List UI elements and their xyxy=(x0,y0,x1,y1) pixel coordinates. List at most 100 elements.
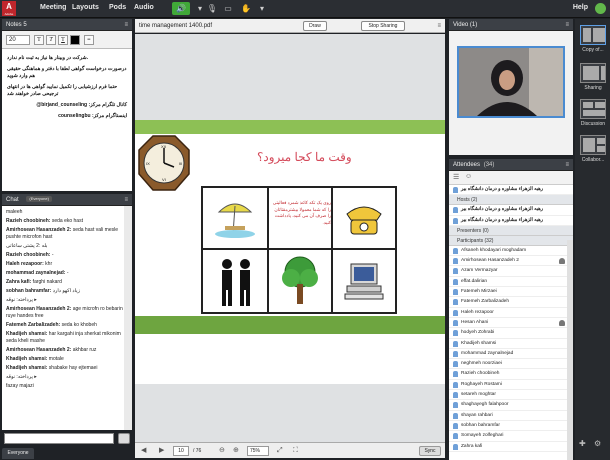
microphone-icon xyxy=(559,258,565,265)
list-view-icon[interactable]: ☰ xyxy=(453,173,459,181)
sync-button[interactable]: Sync xyxy=(419,446,441,456)
text-color-button[interactable] xyxy=(70,35,80,45)
menu-layouts[interactable]: Layouts xyxy=(72,4,99,11)
video-pod xyxy=(449,31,573,155)
attendees-scrollbar[interactable] xyxy=(567,240,573,460)
pod-menu-icon[interactable]: ≡ xyxy=(437,19,441,33)
host-row[interactable]: رهبه الزهراء مشاوره و درمان دانشگاه بیر xyxy=(449,205,573,216)
list-button[interactable]: ≡ xyxy=(84,35,94,45)
underline-button[interactable]: T xyxy=(58,35,68,45)
hosts-section[interactable]: Hosts (2) xyxy=(449,195,573,206)
participant-row[interactable]: Khadijeh shamsi xyxy=(449,339,573,349)
participant-row[interactable]: Razieh choobineh xyxy=(449,369,573,380)
pod-menu-icon[interactable]: ≡ xyxy=(124,194,128,206)
layout-copy-of[interactable]: Copy of... xyxy=(578,25,608,53)
host-row[interactable]: رهبه الزهراء مشاوره و درمان دانشگاه بیر xyxy=(449,216,573,226)
full-screen-icon[interactable]: ⛶ xyxy=(293,446,298,456)
status-dropdown-icon[interactable]: ▾ xyxy=(256,3,268,14)
attendees-pod-header: Attendees (34) ≡ xyxy=(449,159,573,171)
layout-settings-icon[interactable]: ⚙ xyxy=(594,439,601,448)
participant-row[interactable]: Somayeh zolfeghari xyxy=(449,431,573,442)
participant-row[interactable]: sobhan bahramfar xyxy=(449,421,573,432)
send-icon[interactable] xyxy=(118,433,130,444)
status-view-icon[interactable]: ☺ xyxy=(465,173,472,180)
chat-message: mohammad zaynalnejad: - xyxy=(6,270,128,277)
layout-sharing[interactable]: Sharing xyxy=(578,63,608,91)
participant-row[interactable]: shayan rahbari xyxy=(449,411,573,421)
stop-sharing-button[interactable]: Stop Sharing xyxy=(361,21,405,31)
attendees-toolbar: ☰ ☺ xyxy=(449,171,573,185)
layout-thumbnail-icon xyxy=(580,135,606,155)
participant-row[interactable]: setareh moghtar xyxy=(449,390,573,401)
font-size-select[interactable]: 20 xyxy=(6,35,30,45)
fit-width-icon[interactable]: ⤢ xyxy=(277,446,283,456)
pod-menu-icon[interactable]: ≡ xyxy=(565,159,569,171)
layout-discussion[interactable]: Discussion xyxy=(578,99,608,127)
participant-row[interactable]: Roghayeh Rostami xyxy=(449,380,573,391)
participant-row[interactable]: Afsaneh khodayari moghadam xyxy=(449,246,573,257)
next-page-icon[interactable]: ▶ xyxy=(159,446,164,456)
participant-row[interactable]: Amirhosean Hasanzadeh 2 xyxy=(449,256,573,267)
attendees-count: (34) xyxy=(483,162,495,168)
layout-thumbnail-icon xyxy=(580,25,606,45)
raise-hand-icon[interactable]: ✋ xyxy=(240,3,252,14)
bold-button[interactable]: T xyxy=(34,35,44,45)
menu-audio[interactable]: Audio xyxy=(134,4,154,11)
prev-page-icon[interactable]: ◀ xyxy=(141,446,146,456)
add-layout-icon[interactable]: ✚ xyxy=(579,439,586,448)
participant-row[interactable]: neghmeh noorziaei xyxy=(449,359,573,370)
zoom-select[interactable]: 75% xyxy=(247,446,269,456)
webcam-feed[interactable] xyxy=(457,46,565,118)
webcam-icon[interactable]: ▭ xyxy=(222,3,234,14)
layout-collaboration[interactable]: Collabor... xyxy=(578,135,608,163)
participant-row[interactable]: Hesan Ahani xyxy=(449,318,573,329)
chat-text: maleeh xyxy=(6,209,23,215)
participant-name: neghmeh noorziaei xyxy=(461,361,502,367)
participant-name: Fatemeh Mirzaei xyxy=(461,289,497,295)
menu-meeting[interactable]: Meeting xyxy=(40,4,66,11)
italic-button[interactable]: T xyxy=(46,35,56,45)
chat-title: Chat xyxy=(6,197,19,203)
slide-image-grid: روی یک تکه کاغذ شمرد فعالیتی را که شما م… xyxy=(201,186,397,314)
chat-text: پرداخته: نوقه ▸ xyxy=(6,374,37,380)
participant-row[interactable]: mohammad zaynalnejad xyxy=(449,349,573,360)
share-content: XII III VI IX وقت ما کجا میرود؟ روی یک ت… xyxy=(135,34,445,442)
participant-row[interactable]: hodyeh Zohrabi xyxy=(449,328,573,339)
participant-row[interactable]: Fatemeh Mirzaei xyxy=(449,287,573,298)
notes-content[interactable]: .شرکت در وبینار ها نیاز به ثبت نام ندارد… xyxy=(2,49,132,191)
person-icon xyxy=(453,309,458,316)
layout-thumbnail-icon xyxy=(580,63,606,83)
person-icon xyxy=(453,361,458,368)
pod-menu-icon[interactable]: ≡ xyxy=(565,19,569,31)
participant-row[interactable]: effat.dalirian xyxy=(449,277,573,288)
dropdown-arrow-icon[interactable]: ▾ xyxy=(194,3,206,14)
draw-button[interactable]: Draw xyxy=(303,21,327,31)
current-user-row[interactable]: رهبه الزهراء مشاوره و درمان دانشگاه بیر xyxy=(449,185,573,196)
participant-name: Haleh rezapoor xyxy=(461,309,494,315)
participant-row[interactable]: shaghayegh falahpoor xyxy=(449,400,573,411)
chat-sender: Zahra kafi: xyxy=(6,279,32,285)
pod-menu-icon[interactable]: ≡ xyxy=(124,19,128,31)
share-footer: ◀ ▶ 10 / 76 ⊖ ⊕ 75% ⤢ ⛶ Sync xyxy=(135,442,445,458)
participant-row[interactable]: Azam Vermazyar xyxy=(449,266,573,277)
participant-name: Khadijeh shamsi xyxy=(461,340,497,346)
presenters-section[interactable]: Presenters (0) xyxy=(449,225,573,236)
microphone-icon[interactable]: 🔊 xyxy=(172,2,190,15)
connection-status-icon xyxy=(595,3,606,14)
page-number-input[interactable]: 10 xyxy=(173,446,189,456)
microphone-toggle-icon[interactable]: 🎙 xyxy=(206,3,218,14)
chat-sender: Khadijeh shamsi: xyxy=(6,331,48,337)
participant-row[interactable]: Zahra kafi xyxy=(449,442,573,452)
chat-tab-everyone[interactable]: Everyone xyxy=(2,448,34,459)
text-cell: روی یک تکه کاغذ شمرد فعالیتی را که شما م… xyxy=(268,187,332,249)
participant-row[interactable]: Haleh rezapoor xyxy=(449,308,573,318)
zoom-out-icon[interactable]: ⊖ xyxy=(219,446,225,456)
notes-title: Notes 5 xyxy=(6,22,27,28)
help-link[interactable]: Help xyxy=(573,4,588,11)
chat-scrollbar[interactable] xyxy=(124,206,132,430)
participants-section[interactable]: Participants (32) xyxy=(449,235,573,246)
chat-input[interactable] xyxy=(4,433,114,444)
participant-row[interactable]: Fatemeh Zarbalizadeh xyxy=(449,297,573,308)
zoom-in-icon[interactable]: ⊕ xyxy=(233,446,239,456)
menu-pods[interactable]: Pods xyxy=(109,4,126,11)
